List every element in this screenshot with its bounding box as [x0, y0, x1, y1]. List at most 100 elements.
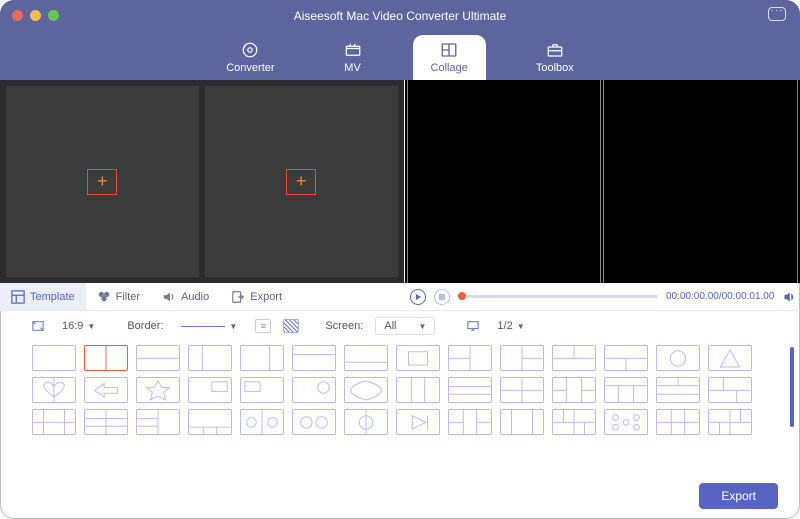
template-options: 16:9▼ Border: ▼ ≡ Screen: All ▼ 1/2▼ — [0, 311, 800, 341]
template-item[interactable] — [552, 345, 596, 371]
playback-time: 00:00:00.00/00:00:01.00 — [666, 291, 774, 302]
template-item[interactable] — [656, 377, 700, 403]
template-icon — [11, 290, 25, 304]
playback-controls: 00:00:00.00/00:00:01.00 — [410, 283, 796, 310]
tab-label: Audio — [181, 291, 209, 303]
collage-slot-2[interactable]: + — [205, 86, 398, 277]
template-item[interactable] — [136, 377, 180, 403]
template-item[interactable] — [396, 409, 440, 435]
chevron-down-icon: ▼ — [87, 322, 95, 331]
template-item[interactable] — [656, 409, 700, 435]
tab-audio[interactable]: Audio — [151, 283, 220, 310]
border-label: Border: — [127, 320, 163, 332]
volume-icon[interactable] — [782, 291, 796, 303]
template-item[interactable] — [32, 377, 76, 403]
add-media-icon: + — [87, 169, 117, 195]
export-icon — [231, 290, 245, 304]
template-item[interactable] — [292, 377, 336, 403]
chevron-down-icon: ▼ — [229, 322, 237, 331]
screen-value: All — [384, 320, 396, 332]
template-item[interactable] — [500, 345, 544, 371]
template-item[interactable] — [136, 345, 180, 371]
tab-filter[interactable]: Filter — [86, 283, 151, 310]
template-item[interactable] — [500, 377, 544, 403]
border-line-preview — [181, 326, 225, 327]
main-nav: Converter MV Collage Toolbox — [0, 31, 800, 80]
template-item[interactable] — [344, 377, 388, 403]
titlebar: Aiseesoft Mac Video Converter Ultimate — [0, 0, 800, 31]
workspace: + + — [0, 80, 800, 283]
nav-label: Converter — [226, 62, 274, 74]
template-item[interactable] — [240, 409, 284, 435]
add-media-icon: + — [286, 169, 316, 195]
collage-slot-1[interactable]: + — [6, 86, 199, 277]
template-item[interactable] — [552, 377, 596, 403]
nav-collage[interactable]: Collage — [413, 35, 486, 80]
audio-icon — [162, 290, 176, 304]
template-grid — [0, 341, 800, 439]
template-item[interactable] — [240, 345, 284, 371]
tab-label: Filter — [116, 291, 140, 303]
feedback-icon[interactable] — [768, 7, 786, 21]
template-item[interactable] — [136, 409, 180, 435]
template-item[interactable] — [656, 345, 700, 371]
preview-slot-1 — [407, 80, 602, 283]
mv-icon — [343, 41, 363, 59]
tab-template[interactable]: Template — [0, 283, 86, 310]
nav-label: MV — [344, 62, 361, 74]
window-title: Aiseesoft Mac Video Converter Ultimate — [0, 9, 800, 23]
screen-label: Screen: — [325, 320, 363, 332]
stop-button[interactable] — [434, 289, 450, 305]
grid-scrollbar[interactable] — [790, 347, 794, 427]
nav-mv[interactable]: MV — [325, 35, 381, 80]
template-item[interactable] — [240, 377, 284, 403]
nav-toolbox[interactable]: Toolbox — [518, 35, 592, 80]
tab-label: Template — [30, 291, 75, 303]
export-button[interactable]: Export — [699, 483, 778, 509]
template-item[interactable] — [32, 409, 76, 435]
template-item[interactable] — [188, 377, 232, 403]
template-item[interactable] — [396, 345, 440, 371]
template-item[interactable] — [448, 409, 492, 435]
template-item[interactable] — [344, 409, 388, 435]
template-item[interactable] — [344, 345, 388, 371]
border-width-button[interactable]: ≡ — [255, 319, 271, 333]
ratio-select[interactable]: 16:9▼ — [56, 318, 101, 334]
page-select[interactable]: 1/2▼ — [491, 318, 530, 334]
screen-select[interactable]: All ▼ — [375, 317, 435, 335]
stop-icon — [439, 294, 445, 300]
template-item[interactable] — [32, 345, 76, 371]
template-item[interactable] — [188, 409, 232, 435]
playback-slider[interactable] — [458, 295, 658, 298]
template-item[interactable] — [552, 409, 596, 435]
template-item[interactable] — [292, 345, 336, 371]
tab-label: Export — [250, 291, 282, 303]
template-item[interactable] — [604, 345, 648, 371]
nav-converter[interactable]: Converter — [208, 35, 292, 80]
ratio-icon — [32, 320, 44, 332]
play-icon — [416, 294, 421, 300]
template-item[interactable] — [708, 377, 752, 403]
template-item[interactable] — [292, 409, 336, 435]
template-item[interactable] — [708, 409, 752, 435]
template-item[interactable] — [84, 409, 128, 435]
template-item[interactable] — [396, 377, 440, 403]
template-item[interactable] — [604, 377, 648, 403]
template-item[interactable] — [500, 409, 544, 435]
template-item[interactable] — [708, 345, 752, 371]
border-color-button[interactable] — [283, 319, 299, 333]
tab-export[interactable]: Export — [220, 283, 293, 310]
template-item[interactable] — [448, 377, 492, 403]
template-item[interactable] — [448, 345, 492, 371]
template-item[interactable] — [84, 345, 128, 371]
template-item[interactable] — [84, 377, 128, 403]
template-item[interactable] — [188, 345, 232, 371]
play-button[interactable] — [410, 289, 426, 305]
chevron-down-icon: ▼ — [419, 322, 427, 331]
chevron-down-icon: ▼ — [517, 322, 525, 331]
border-style-select[interactable]: ▼ — [175, 320, 243, 333]
monitor-icon — [467, 320, 479, 332]
template-item[interactable] — [604, 409, 648, 435]
nav-label: Collage — [431, 62, 468, 74]
collage-icon — [439, 41, 459, 59]
